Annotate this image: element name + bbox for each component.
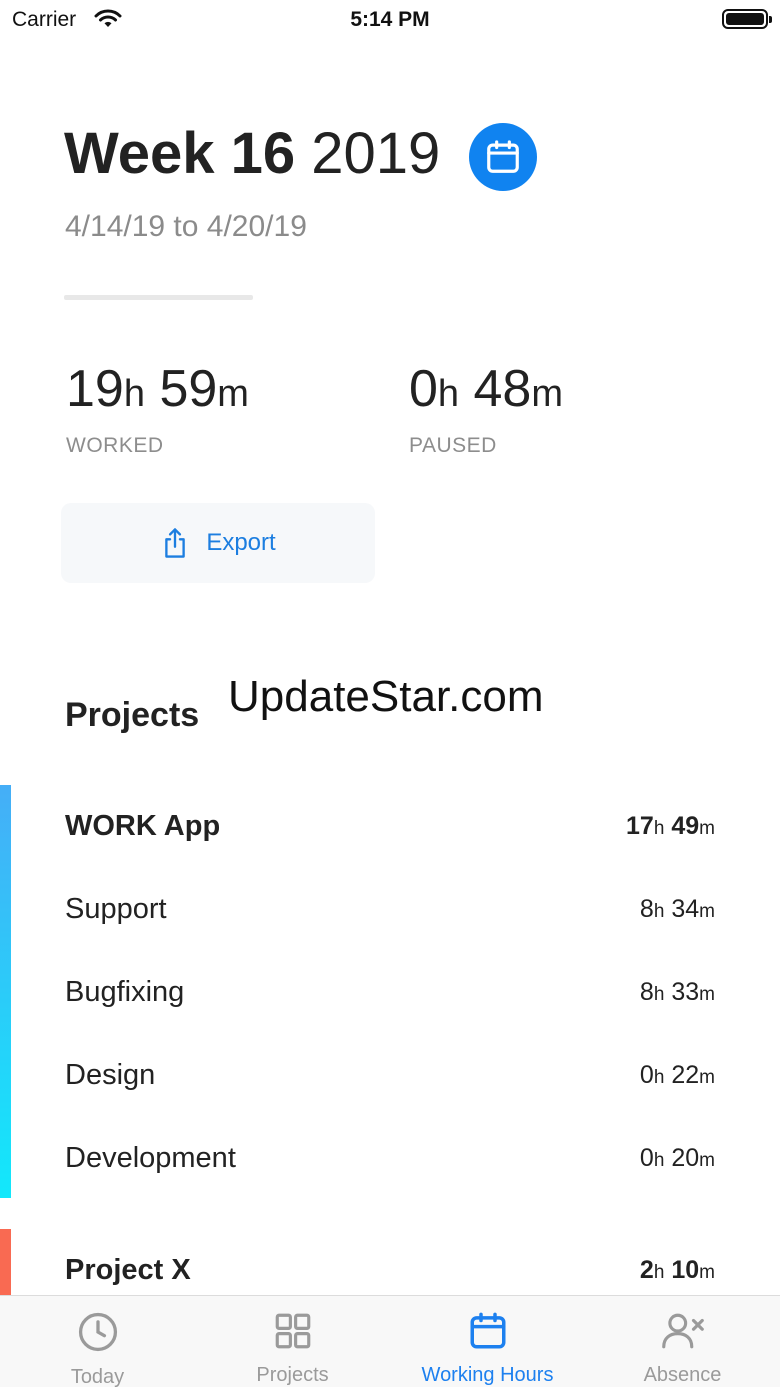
paused-value: 0h 48m: [409, 360, 564, 418]
task-time: 8h 34m: [639, 895, 715, 923]
export-label: Export: [206, 529, 276, 556]
battery-icon: [722, 9, 772, 29]
share-icon: [165, 528, 186, 558]
person-x-icon: [660, 1310, 706, 1352]
calendar-button[interactable]: [469, 123, 537, 191]
status-time: 5:14 PM: [350, 8, 430, 31]
calendar-icon: [467, 1310, 509, 1352]
clock-icon: [76, 1310, 120, 1354]
task-time: 0h 20m: [639, 1144, 715, 1172]
project-time: 17h 49m: [626, 812, 715, 840]
task-row-bugfixing[interactable]: Bugfixing 8h 33m: [65, 951, 715, 1034]
grid-icon: [272, 1310, 314, 1352]
tab-absence[interactable]: Absence: [585, 1296, 780, 1387]
status-bar: Carrier 5:14 PM: [0, 0, 780, 40]
tab-label: Working Hours: [421, 1364, 554, 1386]
task-row-support[interactable]: Support 8h 34m: [65, 868, 715, 951]
date-range: 4/14/19 to 4/20/19: [65, 210, 307, 243]
watermark-text: UpdateStar.com: [228, 672, 544, 721]
task-row-design[interactable]: Design 0h 22m: [65, 1034, 715, 1117]
worked-label: WORKED: [66, 433, 164, 457]
task-name: Support: [65, 893, 167, 925]
project-color-bar-work-app: [0, 785, 11, 1198]
projects-heading: Projects: [65, 696, 200, 734]
tab-bar: Today Projects Working Hours Absence: [0, 1295, 780, 1387]
task-name: Design: [65, 1059, 156, 1091]
tab-projects[interactable]: Projects: [195, 1296, 390, 1387]
tab-label: Today: [70, 1366, 125, 1387]
worked-value: 19h 59m: [66, 360, 249, 418]
page-title: Week 16 2019: [64, 120, 440, 187]
tab-today[interactable]: Today: [0, 1296, 195, 1387]
week-label: Week 16: [64, 121, 296, 186]
task-row-development[interactable]: Development 0h 20m: [65, 1117, 715, 1200]
task-time: 0h 22m: [639, 1061, 715, 1089]
calendar-icon: [487, 140, 519, 173]
project-name: WORK App: [65, 810, 221, 842]
project-color-bar-project-x: [0, 1229, 11, 1299]
project-time: 2h 10m: [639, 1256, 715, 1284]
task-name: Bugfixing: [65, 976, 185, 1008]
task-name: Development: [65, 1142, 236, 1174]
project-row-work-app[interactable]: WORK App 17h 49m: [65, 785, 715, 868]
tab-working-hours[interactable]: Working Hours: [390, 1296, 585, 1387]
paused-stat: 0h 48m PAUSED: [409, 360, 563, 458]
project-list: WORK App 17h 49m Support 8h 34m Bugfixin…: [65, 785, 715, 1200]
header-divider: [64, 295, 253, 300]
task-time: 8h 33m: [639, 978, 715, 1006]
project-name: Project X: [65, 1254, 191, 1286]
tab-label: Projects: [256, 1364, 329, 1386]
year-label: 2019: [311, 121, 441, 186]
worked-stat: 19h 59m WORKED: [66, 360, 249, 458]
paused-label: PAUSED: [409, 433, 497, 457]
export-button[interactable]: Export: [61, 503, 375, 583]
tab-label: Absence: [643, 1364, 722, 1386]
